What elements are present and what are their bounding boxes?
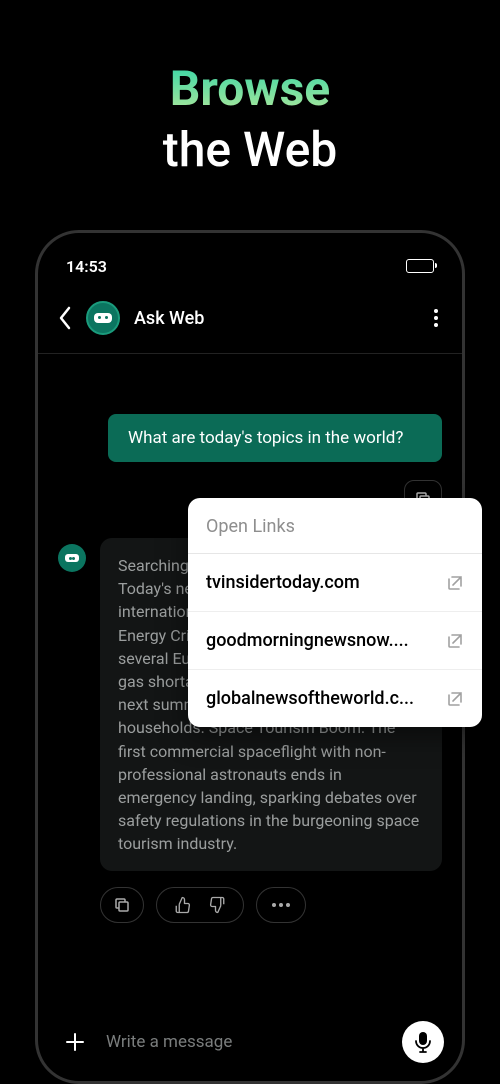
external-link-icon [446,574,464,592]
link-item[interactable]: globalnewsoftheworld.c... [188,670,482,727]
promo-line1: Browse [0,60,500,117]
composer: Write a message [56,1021,444,1063]
user-message-bubble: What are today's topics in the world? [108,414,442,462]
feedback-group [156,887,244,923]
status-time: 14:53 [66,257,107,276]
add-button[interactable] [56,1023,94,1061]
plus-icon [65,1032,85,1052]
battery-icon [406,259,434,273]
message-input[interactable]: Write a message [106,1032,390,1052]
thumbs-up-icon[interactable] [174,896,192,914]
copy-icon [114,897,130,913]
promo-line2: the Web [0,121,500,178]
app-header: Ask Web [38,283,462,353]
open-links-popup: Open Links tvinsidertoday.com goodmornin… [188,498,482,727]
back-icon[interactable] [58,306,72,330]
link-label: tvinsidertoday.com [206,572,360,593]
link-item[interactable]: tvinsidertoday.com [188,554,482,612]
page-title: Ask Web [134,308,416,329]
message-actions [100,887,442,923]
status-bar: 14:53 [38,233,462,283]
ellipsis-icon [272,903,290,907]
promo-header: Browse the Web [0,0,500,178]
external-link-icon [446,690,464,708]
copy-response-button[interactable] [100,887,144,923]
external-link-icon [446,632,464,650]
bot-avatar-icon[interactable] [86,301,120,335]
bot-avatar-icon [58,544,86,572]
link-label: globalnewsoftheworld.c... [206,688,414,709]
more-icon[interactable] [430,305,442,331]
popup-title: Open Links [188,498,482,554]
mic-icon [414,1031,432,1053]
thumbs-down-icon[interactable] [208,896,226,914]
mic-button[interactable] [402,1021,444,1063]
link-label: goodmorningnewsnow.... [206,630,409,651]
more-actions-button[interactable] [256,887,306,923]
link-item[interactable]: goodmorningnewsnow.... [188,612,482,670]
